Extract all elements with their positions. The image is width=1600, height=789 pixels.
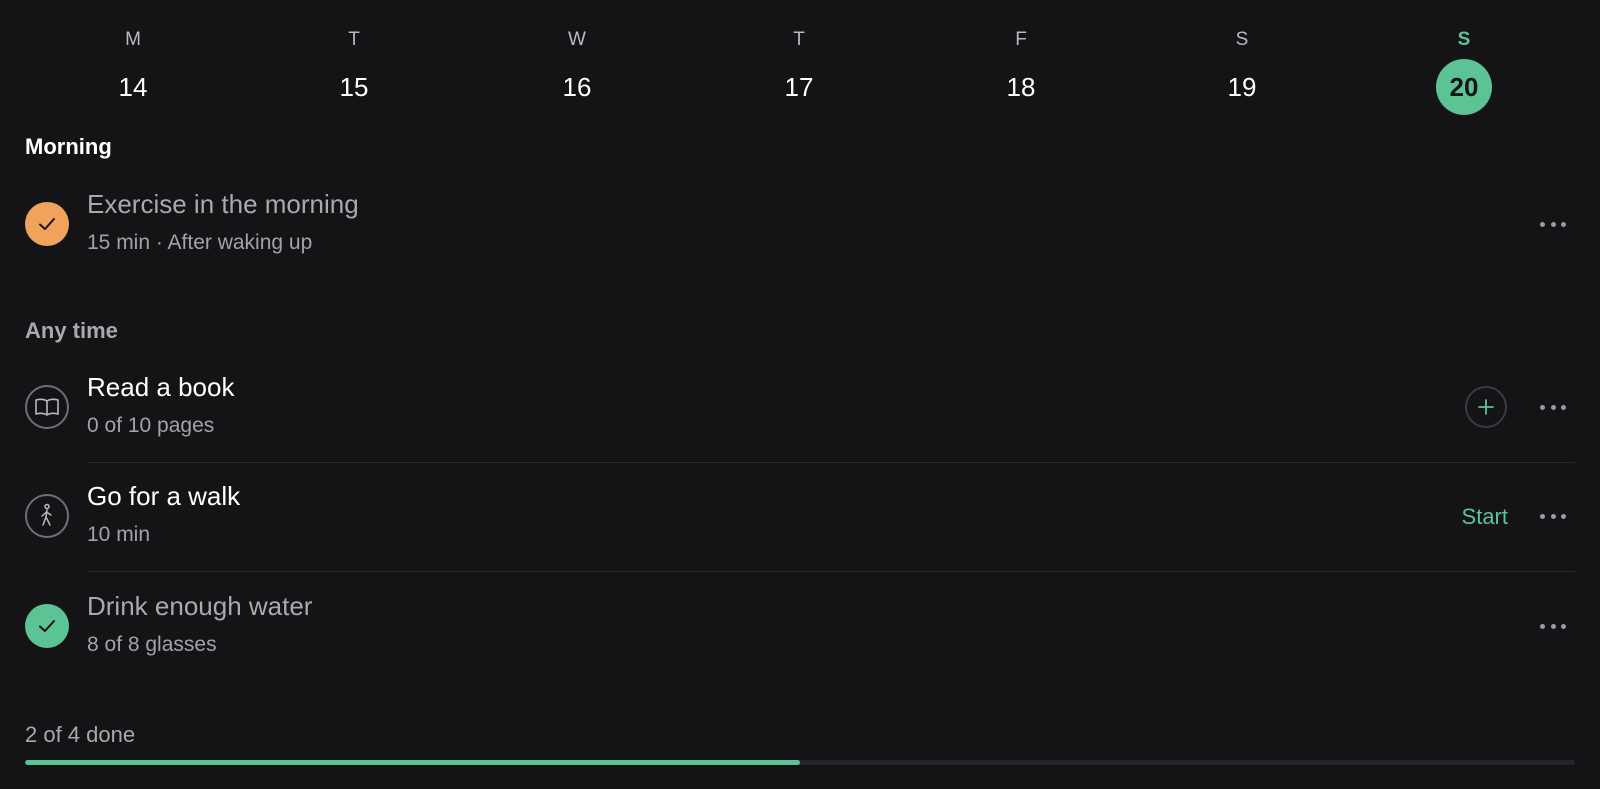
day-wednesday[interactable]: W 16 — [527, 0, 627, 115]
more-options-icon[interactable] — [1531, 614, 1575, 638]
day-number: 20 — [1436, 59, 1492, 115]
habit-subtitle: 8 of 8 glasses — [87, 633, 217, 656]
progress-bar — [25, 760, 1575, 765]
section-title-morning: Morning — [25, 134, 112, 159]
day-friday[interactable]: F 18 — [971, 0, 1071, 115]
book-icon[interactable] — [25, 385, 69, 429]
day-letter: T — [348, 29, 360, 50]
section-title-any-time: Any time — [25, 318, 118, 343]
day-letter: M — [125, 29, 141, 50]
divider — [87, 571, 1575, 572]
day-letter: S — [1457, 29, 1471, 50]
habit-walk[interactable]: Go for a walk 10 min Start — [25, 476, 1575, 576]
habit-subtitle: 0 of 10 pages — [87, 414, 215, 437]
day-letter: F — [1015, 29, 1027, 50]
day-tuesday[interactable]: T 15 — [304, 0, 404, 115]
day-number: 16 — [562, 72, 592, 102]
habit-subtitle: 15 min · After waking up — [87, 231, 313, 254]
day-letter: S — [1235, 29, 1249, 50]
habit-drink-water[interactable]: Drink enough water 8 of 8 glasses — [25, 586, 1575, 686]
day-thursday[interactable]: T 17 — [749, 0, 849, 115]
habits-screen: M 14 T 15 W 16 T 17 F 18 S 19 S 20 Morni… — [0, 0, 1600, 789]
more-options-icon[interactable] — [1531, 212, 1575, 236]
day-number: 19 — [1227, 72, 1257, 102]
start-button[interactable]: Start — [1462, 504, 1508, 530]
day-letter: W — [568, 29, 586, 50]
more-options-icon[interactable] — [1531, 395, 1575, 419]
habit-title: Drink enough water — [87, 591, 313, 621]
habit-read-book[interactable]: Read a book 0 of 10 pages — [25, 367, 1575, 467]
walking-icon[interactable] — [25, 494, 69, 538]
day-number: 18 — [1006, 72, 1036, 102]
habit-title: Exercise in the morning — [87, 189, 359, 219]
check-icon[interactable] — [25, 202, 69, 246]
progress-bar-fill — [25, 760, 800, 765]
week-strip: M 14 T 15 W 16 T 17 F 18 S 19 S 20 — [25, 0, 1575, 120]
day-number: 14 — [118, 72, 148, 102]
day-monday[interactable]: M 14 — [83, 0, 183, 115]
day-saturday[interactable]: S 19 — [1192, 0, 1292, 115]
add-progress-button[interactable] — [1465, 386, 1507, 428]
plus-icon — [1478, 399, 1494, 415]
day-sunday-selected[interactable]: S 20 — [1414, 0, 1514, 115]
progress-label: 2 of 4 done — [25, 722, 136, 747]
habit-title: Read a book — [87, 372, 235, 402]
divider — [87, 462, 1575, 463]
day-letter: T — [793, 29, 805, 50]
habit-exercise[interactable]: Exercise in the morning 15 min · After w… — [25, 184, 1575, 284]
habit-title: Go for a walk — [87, 481, 241, 511]
more-options-icon[interactable] — [1531, 504, 1575, 528]
day-number: 17 — [784, 72, 814, 102]
day-number: 15 — [339, 72, 369, 102]
check-icon[interactable] — [25, 604, 69, 648]
habit-subtitle: 10 min — [87, 523, 151, 546]
